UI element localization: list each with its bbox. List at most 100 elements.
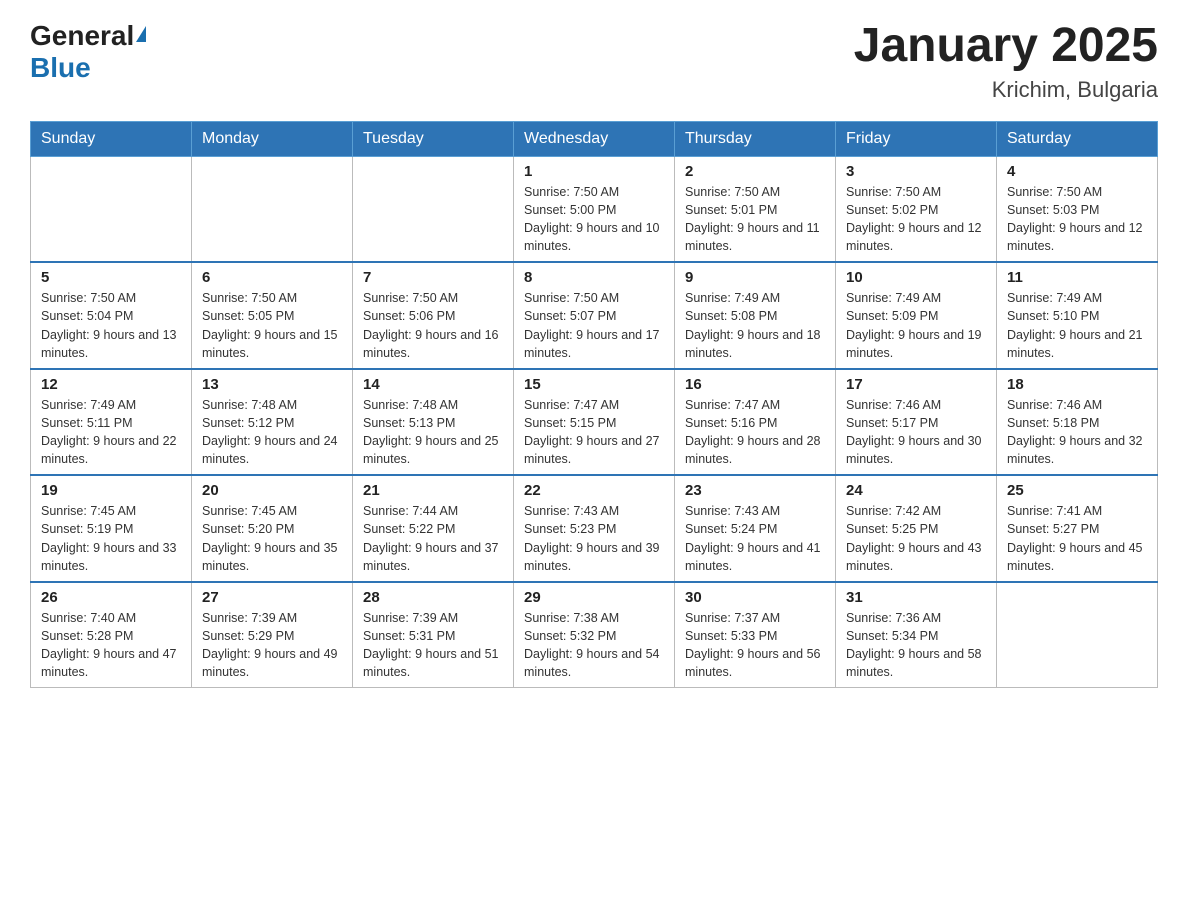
calendar-cell xyxy=(353,156,514,262)
day-number: 16 xyxy=(685,376,825,393)
calendar-cell: 15 Sunrise: 7:47 AM Sunset: 5:15 PM Dayli… xyxy=(514,369,675,476)
day-number: 6 xyxy=(202,269,342,286)
calendar-cell: 7 Sunrise: 7:50 AM Sunset: 5:06 PM Daylig… xyxy=(353,262,514,369)
day-number: 3 xyxy=(846,163,986,180)
day-info: Sunrise: 7:47 AM Sunset: 5:16 PM Dayligh… xyxy=(685,396,825,469)
day-number: 15 xyxy=(524,376,664,393)
day-info: Sunrise: 7:44 AM Sunset: 5:22 PM Dayligh… xyxy=(363,502,503,575)
day-info: Sunrise: 7:43 AM Sunset: 5:24 PM Dayligh… xyxy=(685,502,825,575)
day-info: Sunrise: 7:43 AM Sunset: 5:23 PM Dayligh… xyxy=(524,502,664,575)
day-number: 12 xyxy=(41,376,181,393)
day-info: Sunrise: 7:39 AM Sunset: 5:31 PM Dayligh… xyxy=(363,609,503,682)
calendar-header-sunday: Sunday xyxy=(31,121,192,156)
page-subtitle: Krichim, Bulgaria xyxy=(854,77,1158,103)
calendar-cell: 1Sunrise: 7:50 AM Sunset: 5:00 PM Daylig… xyxy=(514,156,675,262)
calendar-header-friday: Friday xyxy=(836,121,997,156)
calendar-cell: 26Sunrise: 7:40 AM Sunset: 5:28 PM Dayli… xyxy=(31,582,192,688)
day-info: Sunrise: 7:48 AM Sunset: 5:12 PM Dayligh… xyxy=(202,396,342,469)
calendar-cell: 4 Sunrise: 7:50 AM Sunset: 5:03 PM Daylig… xyxy=(997,156,1158,262)
day-info: Sunrise: 7:45 AM Sunset: 5:20 PM Dayligh… xyxy=(202,502,342,575)
calendar-cell: 31 Sunrise: 7:36 AM Sunset: 5:34 PM Dayli… xyxy=(836,582,997,688)
page-header: General Blue January 2025 Krichim, Bulga… xyxy=(30,20,1158,103)
calendar-cell: 29 Sunrise: 7:38 AM Sunset: 5:32 PM Dayli… xyxy=(514,582,675,688)
calendar-table: SundayMondayTuesdayWednesdayThursdayFrid… xyxy=(30,121,1158,689)
day-info: Sunrise: 7:42 AM Sunset: 5:25 PM Dayligh… xyxy=(846,502,986,575)
day-info: Sunrise: 7:49 AM Sunset: 5:08 PM Dayligh… xyxy=(685,289,825,362)
day-info: Sunrise: 7:48 AM Sunset: 5:13 PM Dayligh… xyxy=(363,396,503,469)
calendar-cell: 17 Sunrise: 7:46 AM Sunset: 5:17 PM Dayli… xyxy=(836,369,997,476)
calendar-cell: 9Sunrise: 7:49 AM Sunset: 5:08 PM Daylig… xyxy=(675,262,836,369)
day-number: 27 xyxy=(202,589,342,606)
day-info: Sunrise: 7:40 AM Sunset: 5:28 PM Dayligh… xyxy=(41,609,181,682)
day-number: 29 xyxy=(524,589,664,606)
calendar-week-row: 26Sunrise: 7:40 AM Sunset: 5:28 PM Dayli… xyxy=(31,582,1158,688)
day-info: Sunrise: 7:50 AM Sunset: 5:03 PM Dayligh… xyxy=(1007,183,1147,256)
day-number: 28 xyxy=(363,589,503,606)
day-number: 13 xyxy=(202,376,342,393)
day-number: 14 xyxy=(363,376,503,393)
day-number: 18 xyxy=(1007,376,1147,393)
day-info: Sunrise: 7:49 AM Sunset: 5:10 PM Dayligh… xyxy=(1007,289,1147,362)
day-info: Sunrise: 7:47 AM Sunset: 5:15 PM Dayligh… xyxy=(524,396,664,469)
calendar-cell: 27Sunrise: 7:39 AM Sunset: 5:29 PM Dayli… xyxy=(192,582,353,688)
calendar-cell: 8Sunrise: 7:50 AM Sunset: 5:07 PM Daylig… xyxy=(514,262,675,369)
day-number: 5 xyxy=(41,269,181,286)
day-number: 1 xyxy=(524,163,664,180)
calendar-week-row: 5Sunrise: 7:50 AM Sunset: 5:04 PM Daylig… xyxy=(31,262,1158,369)
day-number: 4 xyxy=(1007,163,1147,180)
day-number: 31 xyxy=(846,589,986,606)
day-number: 19 xyxy=(41,482,181,499)
calendar-cell: 16 Sunrise: 7:47 AM Sunset: 5:16 PM Dayli… xyxy=(675,369,836,476)
calendar-header-tuesday: Tuesday xyxy=(353,121,514,156)
day-number: 7 xyxy=(363,269,503,286)
calendar-header-wednesday: Wednesday xyxy=(514,121,675,156)
title-block: January 2025 Krichim, Bulgaria xyxy=(854,20,1158,103)
day-number: 24 xyxy=(846,482,986,499)
day-info: Sunrise: 7:50 AM Sunset: 5:02 PM Dayligh… xyxy=(846,183,986,256)
day-number: 23 xyxy=(685,482,825,499)
day-info: Sunrise: 7:50 AM Sunset: 5:06 PM Dayligh… xyxy=(363,289,503,362)
day-info: Sunrise: 7:41 AM Sunset: 5:27 PM Dayligh… xyxy=(1007,502,1147,575)
calendar-cell: 10 Sunrise: 7:49 AM Sunset: 5:09 PM Dayli… xyxy=(836,262,997,369)
day-info: Sunrise: 7:49 AM Sunset: 5:11 PM Dayligh… xyxy=(41,396,181,469)
calendar-cell: 21Sunrise: 7:44 AM Sunset: 5:22 PM Dayli… xyxy=(353,475,514,582)
calendar-header-monday: Monday xyxy=(192,121,353,156)
calendar-cell: 25 Sunrise: 7:41 AM Sunset: 5:27 PM Dayli… xyxy=(997,475,1158,582)
day-info: Sunrise: 7:45 AM Sunset: 5:19 PM Dayligh… xyxy=(41,502,181,575)
calendar-cell: 19 Sunrise: 7:45 AM Sunset: 5:19 PM Dayli… xyxy=(31,475,192,582)
calendar-cell: 20 Sunrise: 7:45 AM Sunset: 5:20 PM Dayli… xyxy=(192,475,353,582)
calendar-cell: 6 Sunrise: 7:50 AM Sunset: 5:05 PM Daylig… xyxy=(192,262,353,369)
calendar-cell xyxy=(31,156,192,262)
day-number: 11 xyxy=(1007,269,1147,286)
logo: General Blue xyxy=(30,20,146,84)
calendar-cell: 14 Sunrise: 7:48 AM Sunset: 5:13 PM Dayli… xyxy=(353,369,514,476)
day-number: 22 xyxy=(524,482,664,499)
day-number: 30 xyxy=(685,589,825,606)
day-number: 20 xyxy=(202,482,342,499)
calendar-cell: 12 Sunrise: 7:49 AM Sunset: 5:11 PM Dayli… xyxy=(31,369,192,476)
calendar-header-row: SundayMondayTuesdayWednesdayThursdayFrid… xyxy=(31,121,1158,156)
calendar-header-saturday: Saturday xyxy=(997,121,1158,156)
calendar-cell: 22 Sunrise: 7:43 AM Sunset: 5:23 PM Dayli… xyxy=(514,475,675,582)
calendar-cell: 11 Sunrise: 7:49 AM Sunset: 5:10 PM Dayli… xyxy=(997,262,1158,369)
calendar-cell: 23 Sunrise: 7:43 AM Sunset: 5:24 PM Dayli… xyxy=(675,475,836,582)
day-info: Sunrise: 7:49 AM Sunset: 5:09 PM Dayligh… xyxy=(846,289,986,362)
day-number: 25 xyxy=(1007,482,1147,499)
day-number: 2 xyxy=(685,163,825,180)
logo-triangle-icon xyxy=(136,26,146,42)
day-info: Sunrise: 7:38 AM Sunset: 5:32 PM Dayligh… xyxy=(524,609,664,682)
calendar-header-thursday: Thursday xyxy=(675,121,836,156)
calendar-week-row: 19 Sunrise: 7:45 AM Sunset: 5:19 PM Dayli… xyxy=(31,475,1158,582)
day-number: 17 xyxy=(846,376,986,393)
calendar-week-row: 12 Sunrise: 7:49 AM Sunset: 5:11 PM Dayli… xyxy=(31,369,1158,476)
day-number: 8 xyxy=(524,269,664,286)
day-info: Sunrise: 7:50 AM Sunset: 5:05 PM Dayligh… xyxy=(202,289,342,362)
day-number: 10 xyxy=(846,269,986,286)
day-info: Sunrise: 7:50 AM Sunset: 5:01 PM Dayligh… xyxy=(685,183,825,256)
day-info: Sunrise: 7:46 AM Sunset: 5:17 PM Dayligh… xyxy=(846,396,986,469)
calendar-cell: 3 Sunrise: 7:50 AM Sunset: 5:02 PM Daylig… xyxy=(836,156,997,262)
calendar-cell: 30Sunrise: 7:37 AM Sunset: 5:33 PM Dayli… xyxy=(675,582,836,688)
logo-general: General xyxy=(30,20,134,51)
day-info: Sunrise: 7:46 AM Sunset: 5:18 PM Dayligh… xyxy=(1007,396,1147,469)
day-info: Sunrise: 7:36 AM Sunset: 5:34 PM Dayligh… xyxy=(846,609,986,682)
